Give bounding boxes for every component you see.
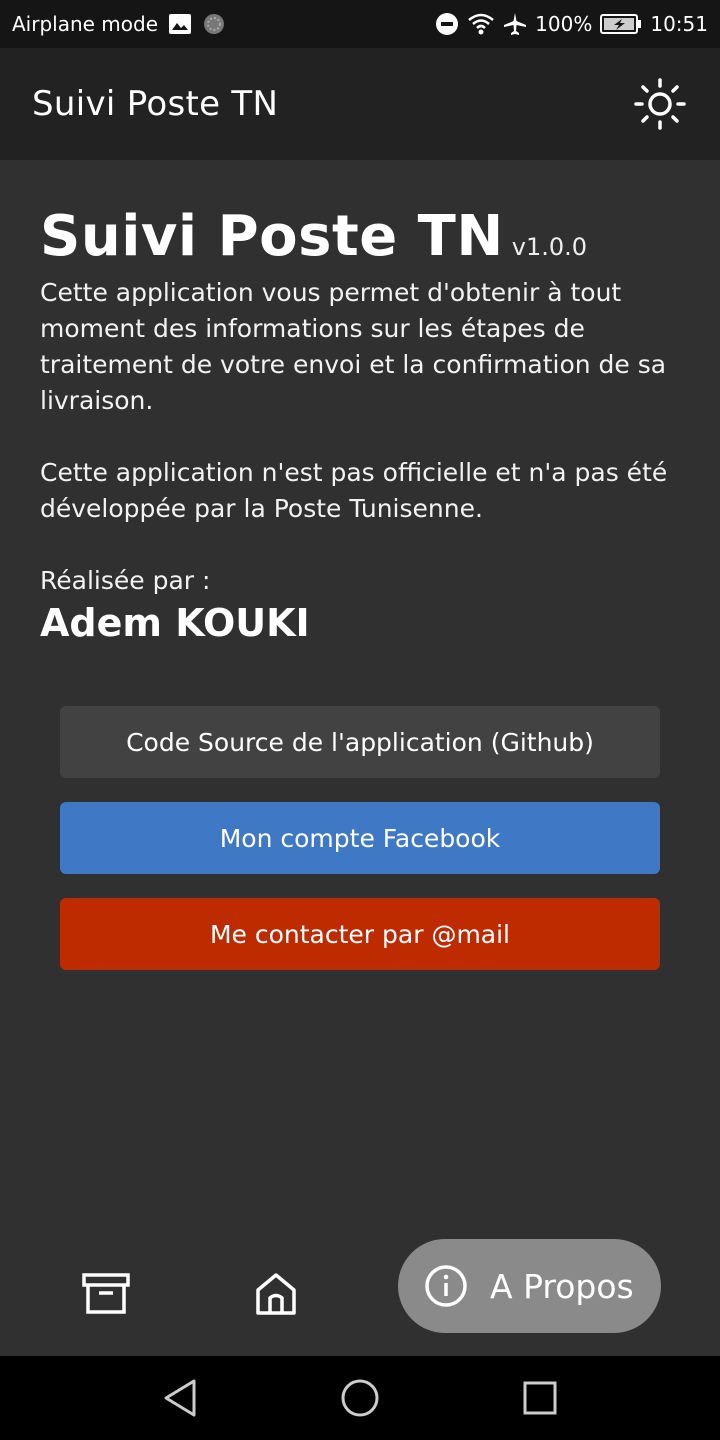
info-icon [424, 1264, 468, 1308]
bottom-navigation: A Propos [0, 1238, 720, 1356]
do-not-disturb-icon [435, 12, 459, 36]
facebook-account-button[interactable]: Mon compte Facebook [60, 802, 660, 874]
battery-charging-icon [600, 13, 642, 35]
about-page: Suivi Poste TN v1.0.0 Cette application … [0, 160, 720, 1356]
home-system-button[interactable] [338, 1376, 382, 1420]
app-bar: Suivi Poste TN [0, 48, 720, 160]
home-circle-icon [340, 1378, 380, 1418]
theme-toggle-button[interactable] [632, 76, 688, 132]
airplane-icon [503, 12, 527, 36]
loading-notification-icon [202, 12, 226, 36]
author-name: Adem KOUKI [40, 601, 310, 645]
about-section: Suivi Poste TN v1.0.0 Cette application … [40, 204, 680, 645]
github-source-button[interactable]: Code Source de l'application (Github) [60, 706, 660, 778]
recents-button[interactable] [518, 1376, 562, 1420]
about-title: Suivi Poste TN [40, 204, 504, 269]
back-button[interactable] [158, 1376, 202, 1420]
clock: 10:51 [650, 12, 708, 36]
app-bar-title: Suivi Poste TN [32, 84, 279, 124]
app-version: v1.0.0 [511, 233, 588, 261]
home-icon [255, 1272, 297, 1316]
airplane-mode-text: Airplane mode [12, 12, 159, 36]
app-description: Cette application vous permet d'obtenir … [40, 278, 667, 415]
archive-icon [82, 1273, 130, 1315]
nav-about-label: A Propos [490, 1266, 634, 1306]
nav-home-button[interactable] [248, 1266, 304, 1322]
back-triangle-icon [162, 1378, 198, 1418]
nav-archive-button[interactable] [78, 1266, 134, 1322]
about-title-row: Suivi Poste TN v1.0.0 [40, 204, 680, 269]
status-bar: Airplane mode 100% 10:51 [0, 0, 720, 48]
made-by-label: Réalisée par : [40, 566, 211, 595]
image-notification-icon [168, 13, 192, 35]
recents-square-icon [522, 1380, 558, 1416]
email-contact-button[interactable]: Me contacter par @mail [60, 898, 660, 970]
wifi-icon [467, 12, 495, 36]
system-navigation-bar [0, 1356, 720, 1440]
sun-icon [634, 78, 686, 130]
disclaimer-text: Cette application n'est pas officielle e… [40, 458, 668, 523]
nav-about-button[interactable]: A Propos [398, 1239, 661, 1333]
battery-percent: 100% [535, 12, 593, 36]
